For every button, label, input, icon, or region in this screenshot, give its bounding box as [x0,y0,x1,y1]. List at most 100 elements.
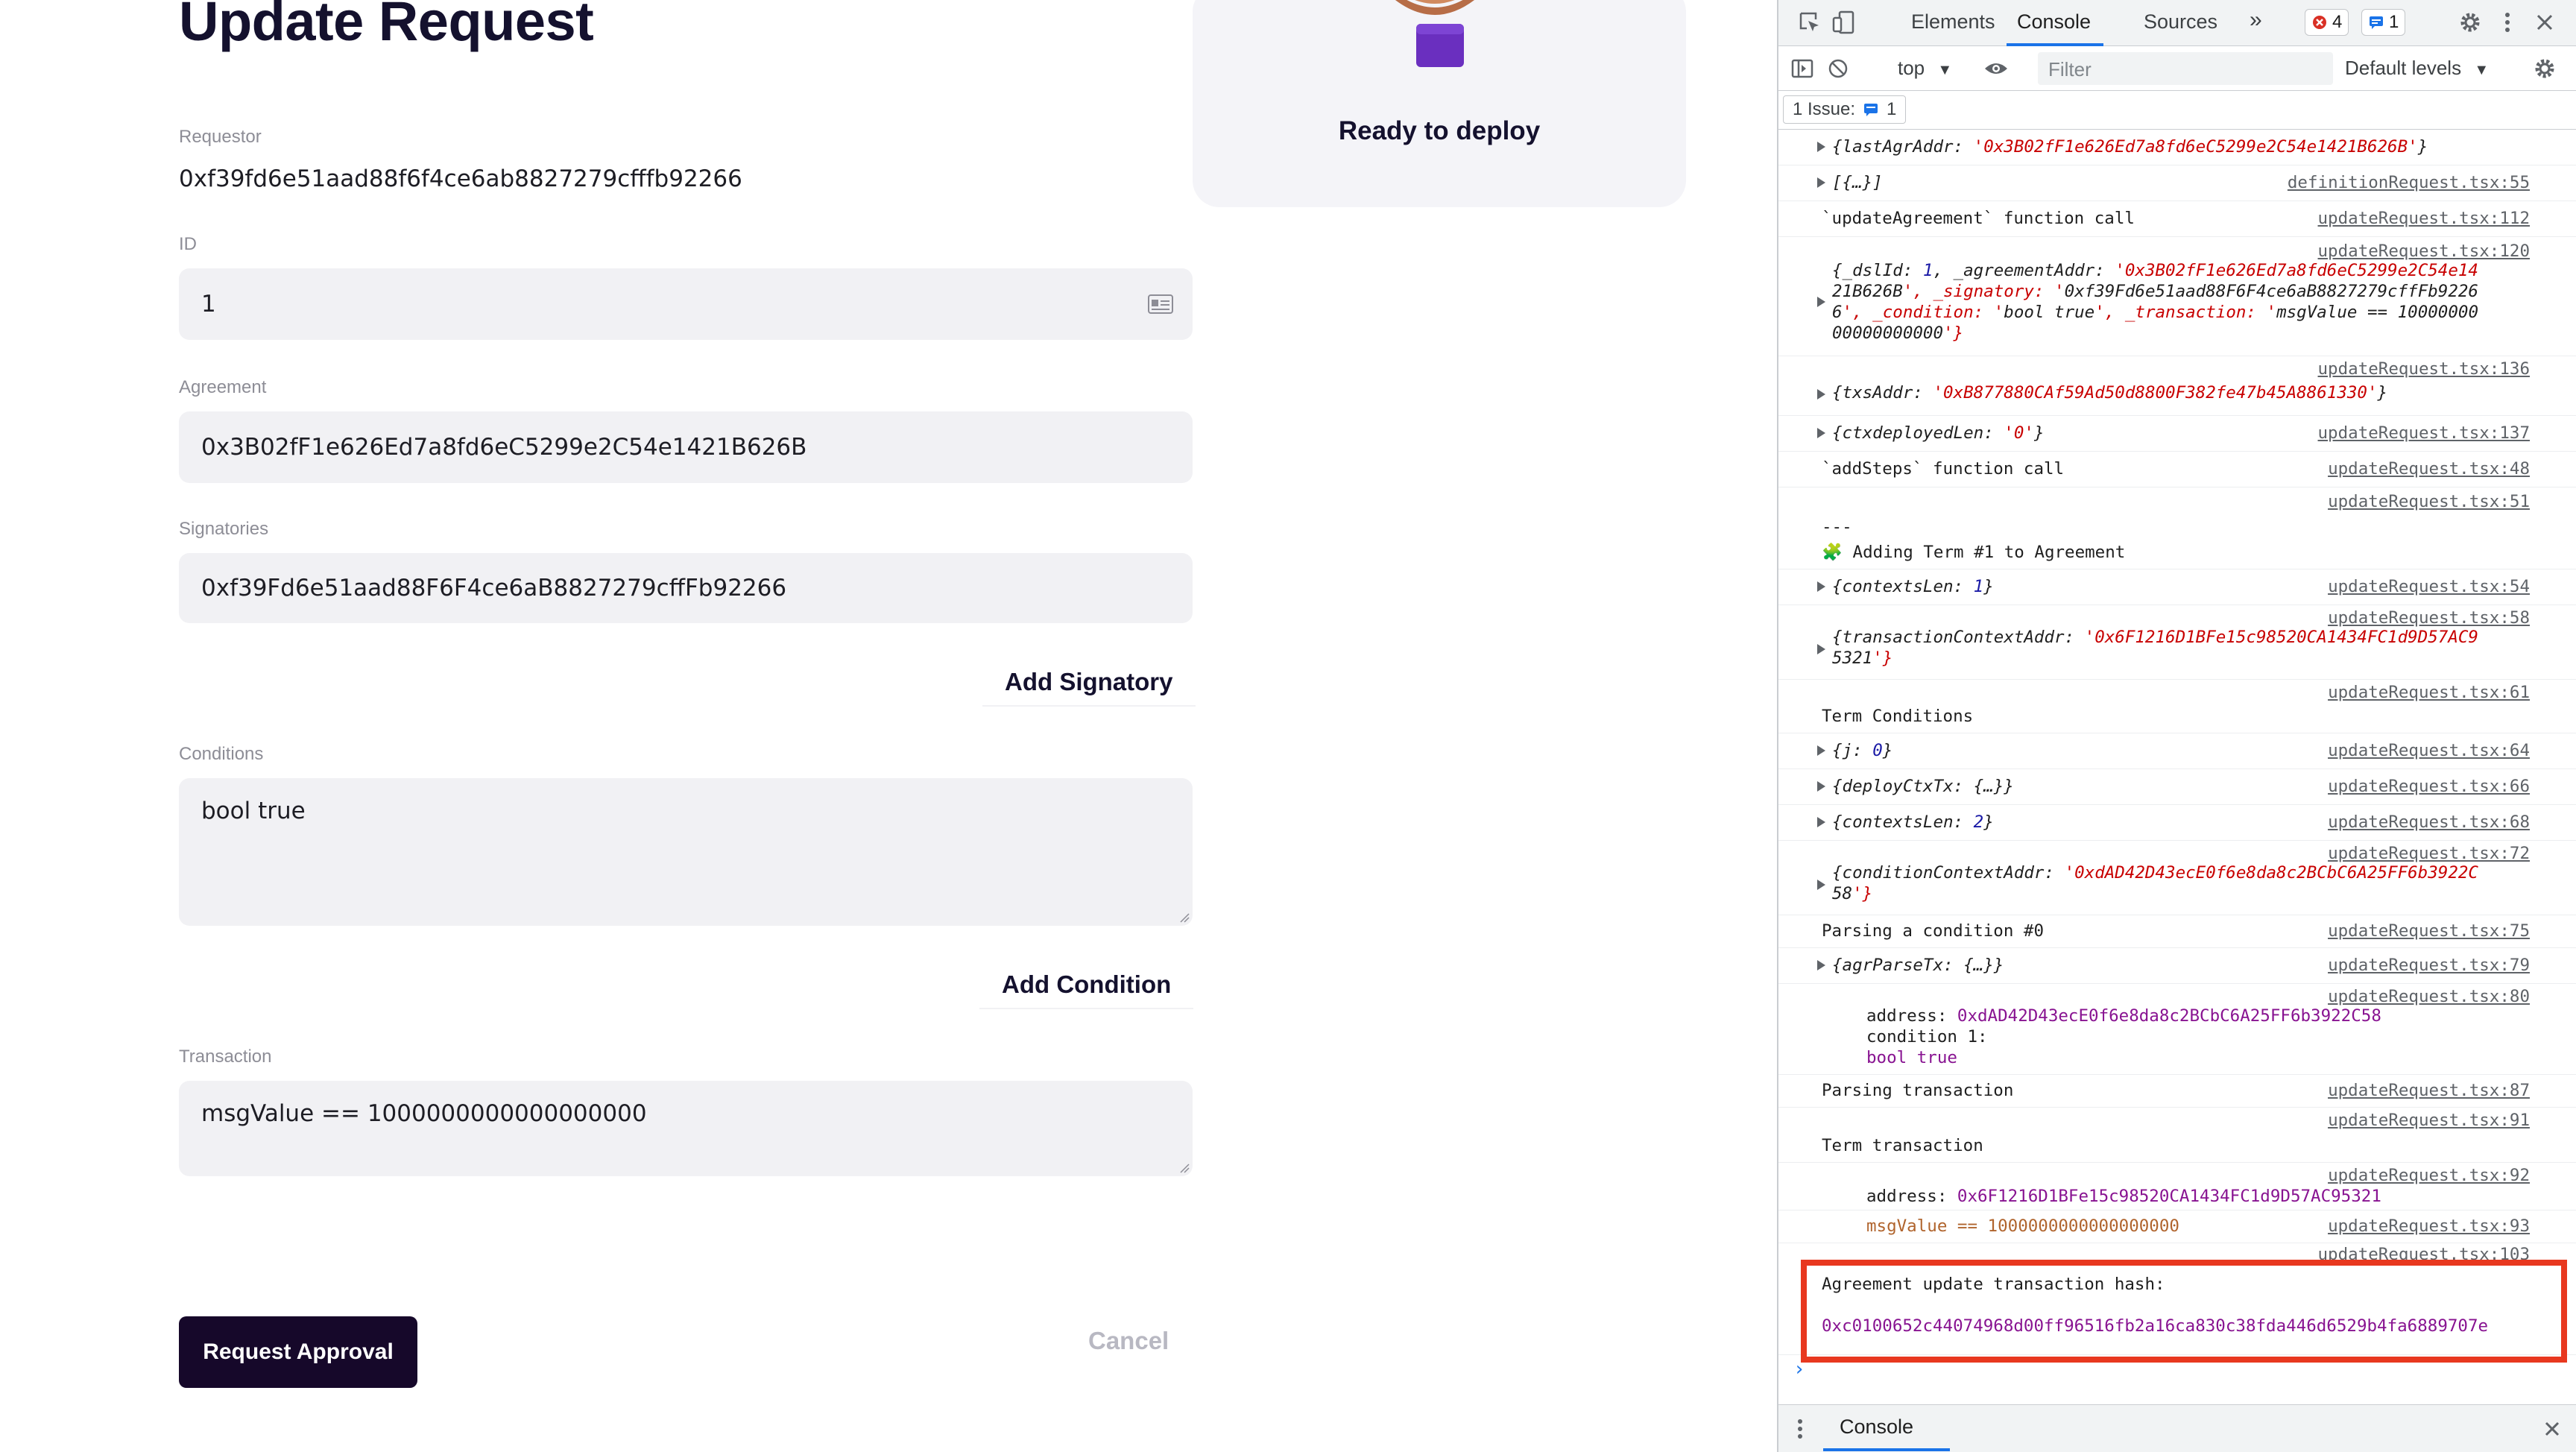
resize-grip-icon[interactable] [1179,912,1190,923]
source-link[interactable]: updateRequest.tsx:51 [2328,492,2530,511]
log-levels-select[interactable]: Default levels ▼ [2345,57,2489,80]
log-levels-value: Default levels [2345,57,2462,79]
filter-input[interactable]: Filter [2038,52,2333,85]
request-approval-button[interactable]: Request Approval [179,1316,417,1388]
log-entry[interactable]: updateRequest.tsx:136 {txsAddr: '0xB8778… [1778,356,2576,416]
source-link[interactable]: updateRequest.tsx:87 [2328,1081,2530,1100]
source-link[interactable]: updateRequest.tsx:120 [2318,242,2530,261]
context-select[interactable]: top ▼ [1898,57,1952,80]
source-link[interactable]: updateRequest.tsx:112 [2318,209,2530,228]
deploy-status-text: Ready to deploy [1338,116,1541,145]
log-entry[interactable]: {lastAgrAddr: '0x3B02fF1e626Ed7a8fd6eC52… [1778,130,2576,165]
inspect-element-icon[interactable] [1796,9,1823,36]
id-label: ID [179,234,197,254]
expand-caret-icon[interactable] [1817,745,1825,756]
expand-caret-icon[interactable] [1817,960,1825,970]
error-count-badge[interactable]: 4 [2305,9,2349,36]
source-link[interactable]: updateRequest.tsx:72 [2328,844,2530,863]
log-entry[interactable]: updateRequest.tsx:72 {conditionContextAd… [1778,841,2576,915]
transaction-textarea[interactable]: msgValue == 1000000000000000000 [179,1081,1193,1176]
expand-caret-icon[interactable] [1817,389,1825,400]
source-link[interactable]: updateRequest.tsx:61 [2328,683,2530,702]
log-entry: updateRequest.tsx:61 Term Conditions [1778,680,2576,733]
tab-sources[interactable]: Sources [2144,10,2217,34]
expand-caret-icon[interactable] [1817,644,1825,654]
log-entry: `updateAgreement` function call updateRe… [1778,201,2576,237]
agreement-input-value: 0x3B02fF1e626Ed7a8fd6eC5299e2C54e1421B62… [201,434,807,461]
log-entry[interactable]: {ctxdeployedLen: '0'} updateRequest.tsx:… [1778,416,2576,452]
agreement-input[interactable]: 0x3B02fF1e626Ed7a8fd6eC5299e2C54e1421B62… [179,411,1193,483]
source-link[interactable]: updateRequest.tsx:75 [2328,921,2530,941]
source-link[interactable]: updateRequest.tsx:66 [2328,777,2530,796]
conditions-textarea[interactable]: bool true [179,778,1193,926]
add-condition-button[interactable]: Add Condition [979,966,1194,1009]
source-link[interactable]: updateRequest.tsx:48 [2328,459,2530,479]
conditions-label: Conditions [179,744,264,764]
close-drawer-icon[interactable] [2542,1418,2563,1439]
source-link[interactable]: updateRequest.tsx:58 [2328,608,2530,628]
log-entry: updateRequest.tsx:80 address: 0xdAD42D43… [1778,984,2576,1075]
log-text: 21B626B', _signatory: '0xf39Fd6e51aad88F… [1832,282,2478,301]
expand-caret-icon[interactable] [1817,581,1825,592]
source-link[interactable]: updateRequest.tsx:79 [2328,956,2530,975]
source-link[interactable]: updateRequest.tsx:137 [2318,423,2530,443]
log-entry[interactable]: updateRequest.tsx:58 {transactionContext… [1778,605,2576,680]
log-entry[interactable]: {contextsLen: 2} updateRequest.tsx:68 [1778,805,2576,841]
filter-placeholder: Filter [2048,58,2092,81]
sidebar-toggle-icon[interactable] [1789,55,1816,82]
source-link[interactable]: updateRequest.tsx:92 [2328,1166,2530,1185]
expand-caret-icon[interactable] [1817,880,1825,890]
error-count: 4 [2332,12,2343,32]
source-link[interactable]: updateRequest.tsx:80 [2328,987,2530,1006]
clear-console-icon[interactable] [1825,55,1852,82]
log-text: {transactionContextAddr: '0x6F1216D1BFe1… [1832,628,2478,647]
settings-gear-icon[interactable] [2457,9,2484,36]
close-devtools-icon[interactable] [2531,9,2558,36]
deploy-illustration-icon [1395,0,1474,67]
source-link[interactable]: updateRequest.tsx:91 [2328,1111,2530,1130]
device-toolbar-icon[interactable] [1831,9,1857,36]
log-text: {lastAgrAddr: '0x3B02fF1e626Ed7a8fd6eC52… [1832,137,2428,157]
source-link[interactable]: updateRequest.tsx:64 [2328,741,2530,760]
more-tabs-button[interactable]: » [2250,7,2262,33]
console-settings-gear-icon[interactable] [2531,55,2558,82]
add-signatory-button[interactable]: Add Signatory [982,663,1196,707]
expand-caret-icon[interactable] [1817,297,1825,307]
log-text: 6', _condition: 'bool true', _transactio… [1832,303,2478,322]
expand-caret-icon[interactable] [1817,177,1825,188]
resize-grip-icon[interactable] [1179,1163,1190,1173]
expand-caret-icon[interactable] [1817,142,1825,152]
log-text: {conditionContextAddr: '0xdAD42D43ecE0f6… [1832,863,2478,883]
id-input[interactable]: 1 [179,268,1193,340]
message-count-badge[interactable]: 1 [2361,9,2406,36]
log-text: address: 0xdAD42D43ecE0f6e8da8c2BCbC6A25… [1866,1006,2381,1026]
tab-console[interactable]: Console [2017,10,2091,34]
log-entry[interactable]: updateRequest.tsx:120 {_dslId: 1, _agree… [1778,237,2576,356]
more-options-icon[interactable] [2494,9,2521,36]
source-link[interactable]: updateRequest.tsx:93 [2328,1216,2530,1236]
log-text: address: 0x6F1216D1BFe15c98520CA1434FC1d… [1866,1187,2381,1206]
drawer-menu-icon[interactable] [1795,1415,1805,1442]
log-value: 0x6F1216D1BFe15c98520CA1434FC1d9D57AC953… [1957,1187,2381,1206]
tab-elements[interactable]: Elements [1911,10,1995,34]
message-count: 1 [2389,12,2399,32]
log-entry[interactable]: {agrParseTx: {…}} updateRequest.tsx:79 [1778,948,2576,984]
source-link[interactable]: updateRequest.tsx:54 [2328,577,2530,596]
message-icon [2370,16,2383,29]
source-link[interactable]: updateRequest.tsx:136 [2318,359,2530,379]
log-entry[interactable]: {contextsLen: 1} updateRequest.tsx:54 [1778,569,2576,605]
console-toolbar: top ▼ Filter Default levels ▼ [1778,46,2576,91]
cancel-button[interactable]: Cancel [1088,1327,1169,1355]
expand-caret-icon[interactable] [1817,781,1825,792]
source-link[interactable]: updateRequest.tsx:68 [2328,812,2530,832]
source-link[interactable]: definitionRequest.tsx:55 [2288,173,2530,192]
expand-caret-icon[interactable] [1817,428,1825,438]
issues-button[interactable]: 1 Issue: 1 [1783,95,1907,124]
log-entry[interactable]: [{…}] definitionRequest.tsx:55 [1778,165,2576,201]
signatories-input[interactable]: 0xf39Fd6e51aad88F6F4ce6aB8827279cffFb922… [179,553,1193,623]
expand-caret-icon[interactable] [1817,817,1825,827]
drawer-tab-console[interactable]: Console [1840,1415,1913,1439]
live-expression-eye-icon[interactable] [1983,55,2010,82]
log-entry[interactable]: {j: 0} updateRequest.tsx:64 [1778,733,2576,769]
log-entry[interactable]: {deployCtxTx: {…}} updateRequest.tsx:66 [1778,769,2576,805]
